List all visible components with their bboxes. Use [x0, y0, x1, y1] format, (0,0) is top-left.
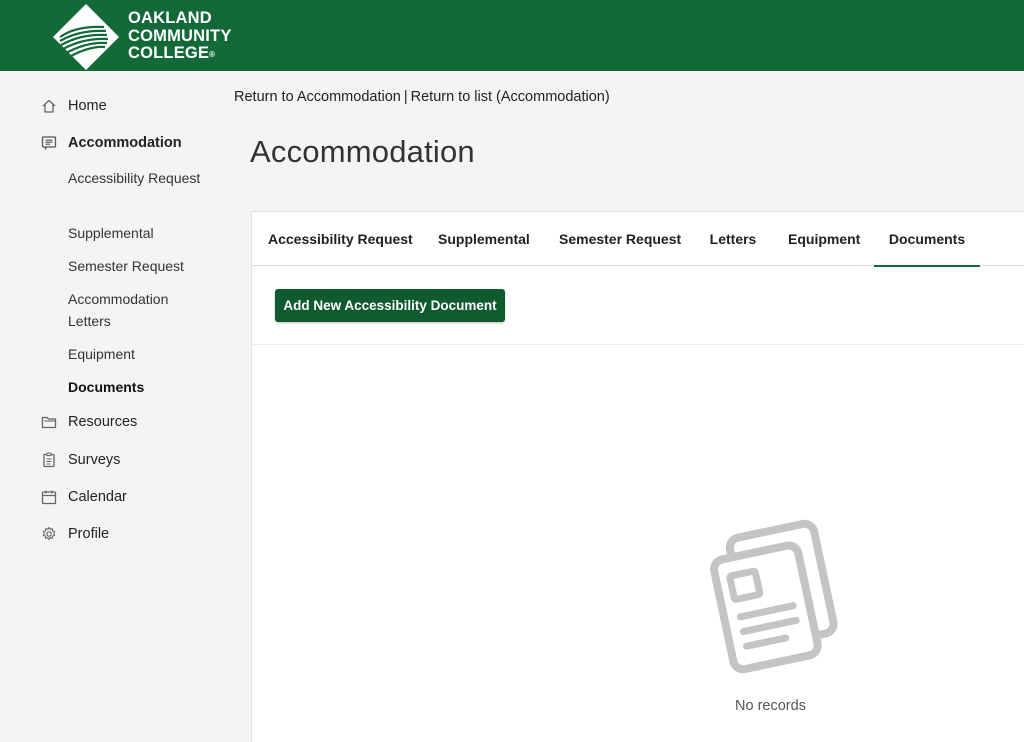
- sidebar-subitem-documents[interactable]: Documents: [68, 376, 218, 398]
- tab-letters[interactable]: Letters: [709, 212, 757, 266]
- folder-icon: [40, 414, 57, 431]
- tab-supplemental[interactable]: Supplemental: [438, 212, 530, 266]
- college-name: OAKLAND COMMUNITY COLLEGE®: [128, 9, 232, 63]
- sidebar-item-profile[interactable]: Profile: [40, 523, 109, 545]
- tab-documents[interactable]: Documents: [874, 212, 980, 267]
- home-icon: [40, 98, 57, 115]
- documents-icon: [710, 519, 838, 674]
- message-list-icon: [40, 135, 57, 152]
- breadcrumb: Return to Accommodation | Return to list (…: [234, 89, 610, 105]
- sidebar-item-label: Home: [68, 98, 107, 114]
- sidebar-subitem-accommodation-letters[interactable]: Accommodation Letters: [68, 288, 188, 332]
- sidebar-item-surveys[interactable]: Surveys: [40, 449, 120, 471]
- tab-semester-request[interactable]: Semester Request: [559, 212, 681, 266]
- page-title: Accommodation: [250, 134, 475, 169]
- sidebar-item-label: Calendar: [68, 489, 127, 505]
- no-records-message: No records: [735, 698, 806, 714]
- content-card: Accessibility Request Supplemental Semes…: [251, 211, 1024, 742]
- breadcrumb-separator: |: [403, 89, 408, 105]
- sidebar-item-label: Accommodation: [68, 135, 182, 151]
- return-to-accommodation-link[interactable]: Return to Accommodation: [234, 89, 401, 105]
- gear-icon: [40, 526, 57, 543]
- sidebar-subitem-semester-request[interactable]: Semester Request: [68, 255, 218, 277]
- sidebar-nav: Home Accommodation Accessibility Request…: [0, 71, 251, 742]
- add-new-accessibility-document-button[interactable]: Add New Accessibility Document: [275, 289, 505, 322]
- registered-mark: ®: [209, 50, 216, 59]
- college-logo[interactable]: OAKLAND COMMUNITY COLLEGE®: [52, 3, 232, 71]
- sidebar-item-home[interactable]: Home: [40, 95, 107, 117]
- college-logo-icon: [53, 4, 119, 70]
- tab-equipment[interactable]: Equipment: [788, 212, 860, 266]
- sidebar-item-label: Profile: [68, 526, 110, 542]
- return-to-list-link[interactable]: Return to list (Accommodation): [411, 89, 610, 105]
- top-banner: OAKLAND COMMUNITY COLLEGE®: [0, 0, 1024, 71]
- content-divider: [252, 344, 1024, 345]
- sidebar-subitem-equipment[interactable]: Equipment: [68, 343, 218, 365]
- sidebar-item-resources[interactable]: Resources: [40, 411, 137, 433]
- college-name-line-2: COMMUNITY: [128, 26, 232, 45]
- sidebar-item-calendar[interactable]: Calendar: [40, 486, 127, 508]
- clipboard-icon: [40, 452, 57, 469]
- college-name-line-1: OAKLAND: [128, 9, 212, 27]
- tab-bar: Accessibility Request Supplemental Semes…: [252, 212, 1024, 267]
- sidebar-item-label: Surveys: [68, 452, 121, 468]
- sidebar-subitem-supplemental[interactable]: Supplemental: [68, 222, 218, 244]
- sidebar-item-label: Resources: [68, 414, 138, 430]
- tab-accessibility-request[interactable]: Accessibility Request: [268, 212, 413, 266]
- sidebar-item-accommodation[interactable]: Accommodation: [40, 132, 182, 154]
- sidebar-subitem-accessibility-request[interactable]: Accessibility Request: [68, 167, 218, 189]
- calendar-icon: [40, 489, 57, 506]
- college-name-line-3: COLLEGE: [128, 44, 210, 62]
